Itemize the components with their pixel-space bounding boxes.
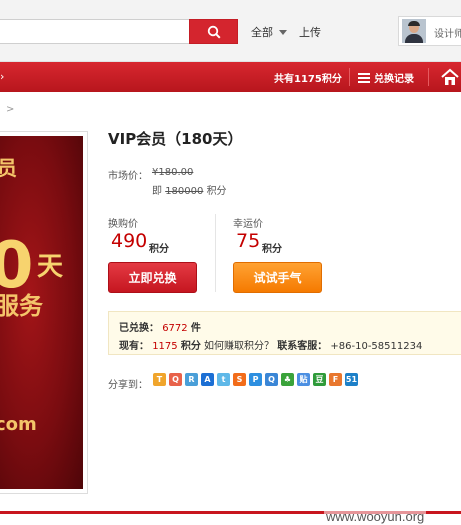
share-icons: T Q R At S P Q ♣ 贴豆 F 51 (153, 373, 358, 386)
search-input[interactable] (0, 19, 191, 44)
equivalent-points-value: 180000 (165, 186, 204, 197)
earn-points-link[interactable]: 如何赚取积分？ (204, 341, 274, 352)
douban-icon[interactable]: 豆 (313, 373, 326, 386)
redeemed-unit: 件 (190, 323, 201, 334)
current-points-value: 1175 (152, 341, 178, 352)
market-price-label: 市场价： (108, 171, 148, 182)
51-icon[interactable]: 51 (345, 373, 358, 386)
redeemed-label: 已兑换： (119, 323, 159, 334)
try-luck-button[interactable]: 试试手气 (233, 262, 322, 293)
fetion-icon[interactable]: F (329, 373, 342, 386)
search-button[interactable] (189, 19, 238, 44)
product-image-text: 天 (37, 252, 64, 282)
nav-divider (349, 68, 350, 86)
redeemed-count: 6772 (162, 323, 188, 334)
list-icon (358, 72, 370, 83)
search-scope-label: 全部 (251, 26, 273, 39)
redeem-now-button[interactable]: 立即兑换 (108, 262, 197, 293)
nav-bar: › 共有1175积分 兑换记录 (0, 62, 461, 92)
exchange-price-unit: 积分 (149, 244, 169, 255)
product-image-text: com (0, 414, 37, 435)
current-points-unit: 积分 (180, 341, 201, 352)
points-total: 共有1175积分 (274, 74, 342, 85)
sina-weibo-icon[interactable]: T (153, 373, 166, 386)
user-label: 设计师 (434, 29, 461, 40)
chevron-down-icon (279, 29, 287, 35)
lucky-price-label: 幸运价 (233, 219, 263, 230)
info-box: 已兑换： 6772 件 现有： 1175 积分 如何赚取积分？ 联系客服： +8… (108, 311, 461, 355)
product-title: VIP会员（180天） (108, 130, 243, 148)
sohu-icon[interactable]: S (233, 373, 246, 386)
exchange-history-label: 兑换记录 (374, 74, 414, 85)
tieba-icon[interactable]: 贴 (297, 373, 310, 386)
redeemed-row: 已兑换： 6772 件 (119, 319, 201, 334)
breadcrumb: > (6, 104, 15, 115)
renren-icon[interactable]: R (185, 373, 198, 386)
avatar (402, 19, 426, 43)
product-image-text: 员 (0, 156, 17, 180)
equivalent-prefix: 即 (152, 186, 162, 197)
nav-divider (428, 68, 429, 86)
product-image[interactable]: 员 0 天 服务 com (0, 136, 83, 489)
top-bar: 全部 上传 设计师 (0, 0, 461, 62)
product-image-text: 服务 (0, 292, 43, 320)
market-price: ¥180.00 (152, 167, 194, 178)
qq-zone-icon[interactable]: Q (169, 373, 182, 386)
watermark: www.wooyun.org (324, 509, 427, 524)
equivalent-points: 即 180000 积分 (152, 182, 227, 197)
kaixin-icon[interactable]: A (201, 373, 214, 386)
search-scope-dropdown[interactable]: 全部 (251, 24, 287, 40)
exchange-history-link[interactable]: 兑换记录 (358, 70, 414, 85)
current-points-label: 现有： (119, 341, 149, 352)
lucky-price-value: 75 (236, 230, 261, 252)
exchange-price-value: 490 (111, 230, 148, 252)
baidu-icon[interactable]: P (249, 373, 262, 386)
nav-arrow-icon[interactable]: › (0, 70, 4, 83)
equivalent-suffix: 积分 (206, 186, 227, 197)
qq-icon[interactable]: Q (265, 373, 278, 386)
customer-service-label: 联系客服： (277, 341, 328, 352)
tencent-icon[interactable]: t (217, 373, 230, 386)
current-row: 现有： 1175 积分 如何赚取积分？ 联系客服： +86-10-5851123… (119, 337, 422, 352)
clover-icon[interactable]: ♣ (281, 373, 294, 386)
lucky-price-unit: 积分 (262, 244, 282, 255)
product-image-frame: 员 0 天 服务 com (0, 131, 88, 494)
upload-link[interactable]: 上传 (299, 24, 321, 40)
home-icon[interactable] (440, 68, 460, 86)
price-divider (215, 214, 216, 292)
exchange-price-label: 换购价 (108, 219, 138, 230)
user-menu[interactable]: 设计师 (398, 16, 461, 46)
share-label: 分享到： (108, 380, 148, 391)
customer-service-phone: +86-10-58511234 (330, 341, 423, 352)
search-icon (207, 25, 221, 39)
